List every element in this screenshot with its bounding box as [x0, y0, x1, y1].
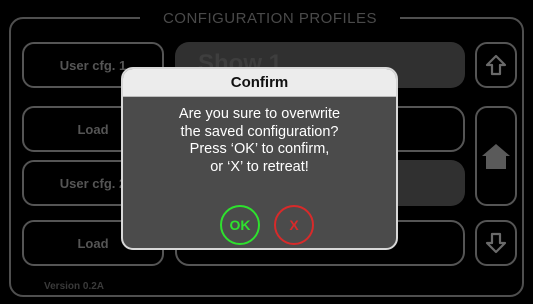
home-icon — [482, 144, 510, 169]
dialog-message-line: or ‘X’ to retreat! — [210, 158, 309, 175]
cancel-button[interactable]: X — [274, 205, 314, 245]
dialog-message-line: Are you sure to overwrite — [178, 106, 341, 122]
confirm-dialog: Confirm Are you sure to overwrite the sa… — [121, 67, 398, 250]
scroll-up-button[interactable] — [475, 42, 517, 88]
dialog-title: Confirm — [123, 69, 396, 97]
ok-button[interactable]: OK — [220, 205, 260, 245]
home-button[interactable] — [475, 106, 517, 206]
version-label: Version 0.2A — [44, 281, 105, 292]
arrow-up-icon — [485, 54, 507, 76]
dialog-message-line: Press ‘OK’ to confirm, — [189, 141, 330, 157]
dialog-message: Are you sure to overwrite the saved conf… — [123, 106, 396, 176]
screen: CONFIGURATION PROFILES User cfg. 1 Load … — [0, 0, 533, 304]
arrow-down-icon — [485, 232, 507, 254]
dialog-message-line: the saved configuration? — [180, 123, 339, 140]
scroll-down-button[interactable] — [475, 220, 517, 266]
page-title: CONFIGURATION PROFILES — [140, 9, 400, 29]
